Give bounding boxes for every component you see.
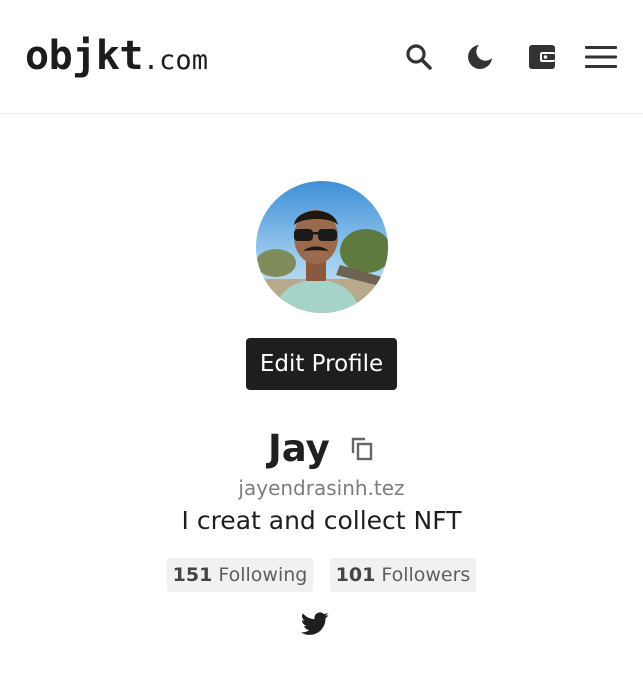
theme-toggle-button[interactable] xyxy=(463,40,497,74)
following-label: Following xyxy=(218,564,308,586)
wallet-button[interactable] xyxy=(525,40,559,74)
copy-address-button[interactable] xyxy=(349,435,375,461)
profile-handle: jayendrasinh.tez xyxy=(238,476,405,500)
profile-name: Jay xyxy=(268,427,330,470)
avatar-photo xyxy=(256,181,388,313)
menu-icon xyxy=(585,46,617,68)
menu-button[interactable] xyxy=(584,40,618,74)
logo-tld: .com xyxy=(142,45,208,76)
search-icon xyxy=(406,44,432,70)
following-pill[interactable]: 151 Following xyxy=(167,558,313,592)
site-logo[interactable]: objkt.com xyxy=(25,36,208,76)
search-button[interactable] xyxy=(402,40,436,74)
moon-icon xyxy=(468,45,492,69)
followers-count: 101 xyxy=(335,564,376,586)
twitter-icon xyxy=(300,612,329,635)
copy-icon xyxy=(351,437,373,461)
avatar xyxy=(256,181,388,313)
twitter-link[interactable] xyxy=(300,612,329,636)
logo-main: objkt xyxy=(25,33,143,79)
profile-name-row: Jay xyxy=(0,424,643,474)
followers-pill[interactable]: 101 Followers xyxy=(330,558,476,592)
followers-label: Followers xyxy=(381,564,471,586)
following-count: 151 xyxy=(172,564,213,586)
profile-bio: I creat and collect NFT xyxy=(181,506,462,535)
wallet-icon xyxy=(529,45,555,69)
edit-profile-button[interactable]: Edit Profile xyxy=(246,338,397,390)
top-bar: objkt.com xyxy=(0,0,643,114)
